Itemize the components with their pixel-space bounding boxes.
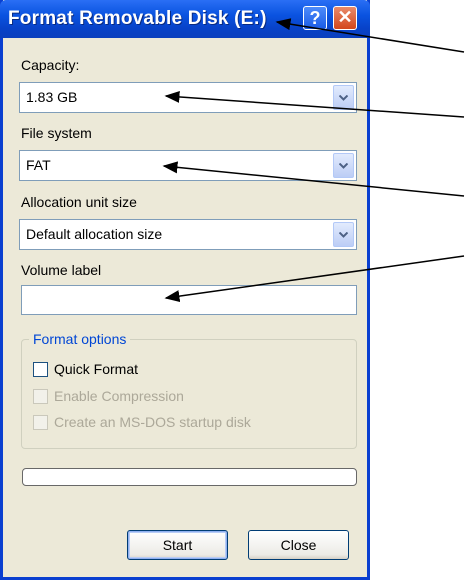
arrow-to-file-system: [162, 161, 465, 197]
annotation-arrows: [162, 18, 465, 303]
arrow-to-volume-label: [164, 255, 465, 303]
arrow-to-capacity: [164, 90, 465, 118]
arrow-to-title: [275, 18, 465, 53]
